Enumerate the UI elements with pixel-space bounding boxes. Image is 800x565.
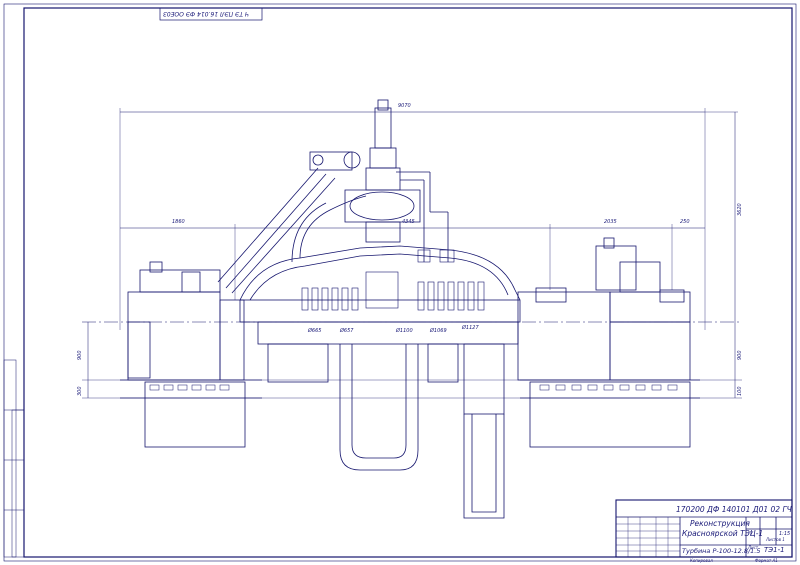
diameter-label: Ø665 <box>308 328 322 334</box>
dim-overall-length: 9070 <box>398 103 411 109</box>
title-block-designation: 170200 ДФ 140101 Д01 02 ГЧ <box>676 505 792 514</box>
title-block-sheet-label: Лист <box>748 545 759 550</box>
title-block-litera: У <box>750 531 754 537</box>
title-block-title-line1: Реконструкция <box>690 519 750 528</box>
dim-right-lower: 900 <box>737 350 743 360</box>
diameter-label: Ø1069 <box>430 328 447 334</box>
format-label: Формат А1 <box>755 558 778 563</box>
title-block-group: ТЭ1-1 <box>764 546 785 554</box>
copied-label: Копировал <box>690 558 713 563</box>
dim-left-bottom: 300 <box>77 386 83 396</box>
dim-center-span: 4345 <box>402 219 415 225</box>
diameter-label: Ø1127 <box>462 325 479 331</box>
dim-left-span: 1860 <box>172 219 185 225</box>
title-block-sheets-label: Листов 1 <box>766 537 785 542</box>
dim-left-lower: 900 <box>77 350 83 360</box>
diameter-label: Ø657 <box>340 328 354 334</box>
turbine-section-drawing <box>3 3 797 562</box>
inverted-designation-stamp: Ч ТЭ ПЭЛ 16.014 ФЭ ООЕ0З <box>163 10 249 17</box>
drawing-sheet: Ч ТЭ ПЭЛ 16.014 ФЭ ООЕ0З 9070 1860 4345 … <box>0 0 800 565</box>
dim-right-span: 2035 <box>604 219 617 225</box>
diameter-label: Ø1100 <box>396 328 413 334</box>
dim-right-small: 250 <box>680 219 690 225</box>
dim-height: 3620 <box>737 203 743 216</box>
dim-right-bottom: 100 <box>737 386 743 396</box>
